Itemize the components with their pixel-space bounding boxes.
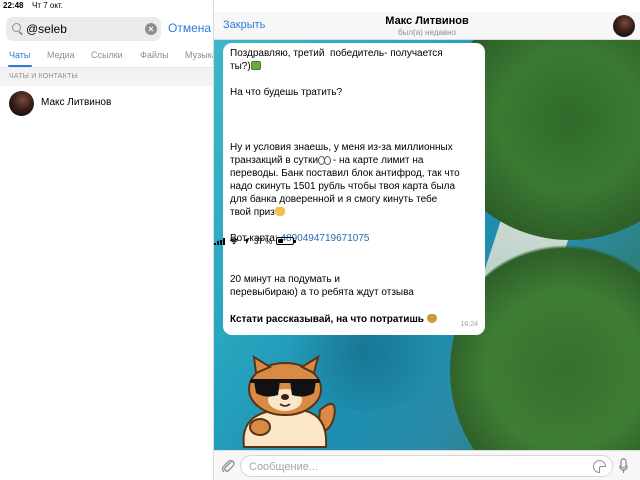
tab-files[interactable]: Файлы <box>140 50 169 60</box>
avatar <box>9 91 34 116</box>
section-header: ЧАТЫ И КОНТАКТЫ <box>0 68 213 86</box>
tab-media[interactable]: Медиа <box>47 50 75 60</box>
search-icon <box>12 23 21 32</box>
status-bar: 22:48 Чт 7 окт. 37 % <box>0 0 640 246</box>
search-row: × Отмена <box>6 17 212 41</box>
signal-icon <box>214 237 225 245</box>
clear-search-icon[interactable]: × <box>145 23 157 35</box>
search-box[interactable]: × <box>6 17 161 41</box>
tab-music[interactable]: Музыка <box>185 50 213 60</box>
search-tabs: Чаты Медиа Ссылки Файлы Музыка <box>0 47 213 67</box>
status-right: 37 % <box>214 1 640 480</box>
status-date: Чт 7 окт. <box>32 1 63 10</box>
section-header-label: ЧАТЫ И КОНТАКТЫ <box>9 73 78 80</box>
search-pane: × Отмена Чаты Медиа Ссылки Файлы Музыка … <box>0 0 214 480</box>
battery-fill <box>278 239 284 243</box>
battery-percent: 37 % <box>254 236 273 246</box>
list-item[interactable]: Макс Литвинов <box>0 88 213 118</box>
battery-icon <box>276 237 297 245</box>
location-icon <box>243 237 250 245</box>
status-time: 22:48 <box>3 1 24 10</box>
cancel-button[interactable]: Отмена <box>168 21 211 35</box>
tab-links[interactable]: Ссылки <box>91 50 123 60</box>
contact-name: Макс Литвинов <box>41 97 112 108</box>
wifi-icon <box>229 238 239 245</box>
search-input[interactable] <box>26 20 141 38</box>
tab-chats[interactable]: Чаты <box>9 50 30 60</box>
